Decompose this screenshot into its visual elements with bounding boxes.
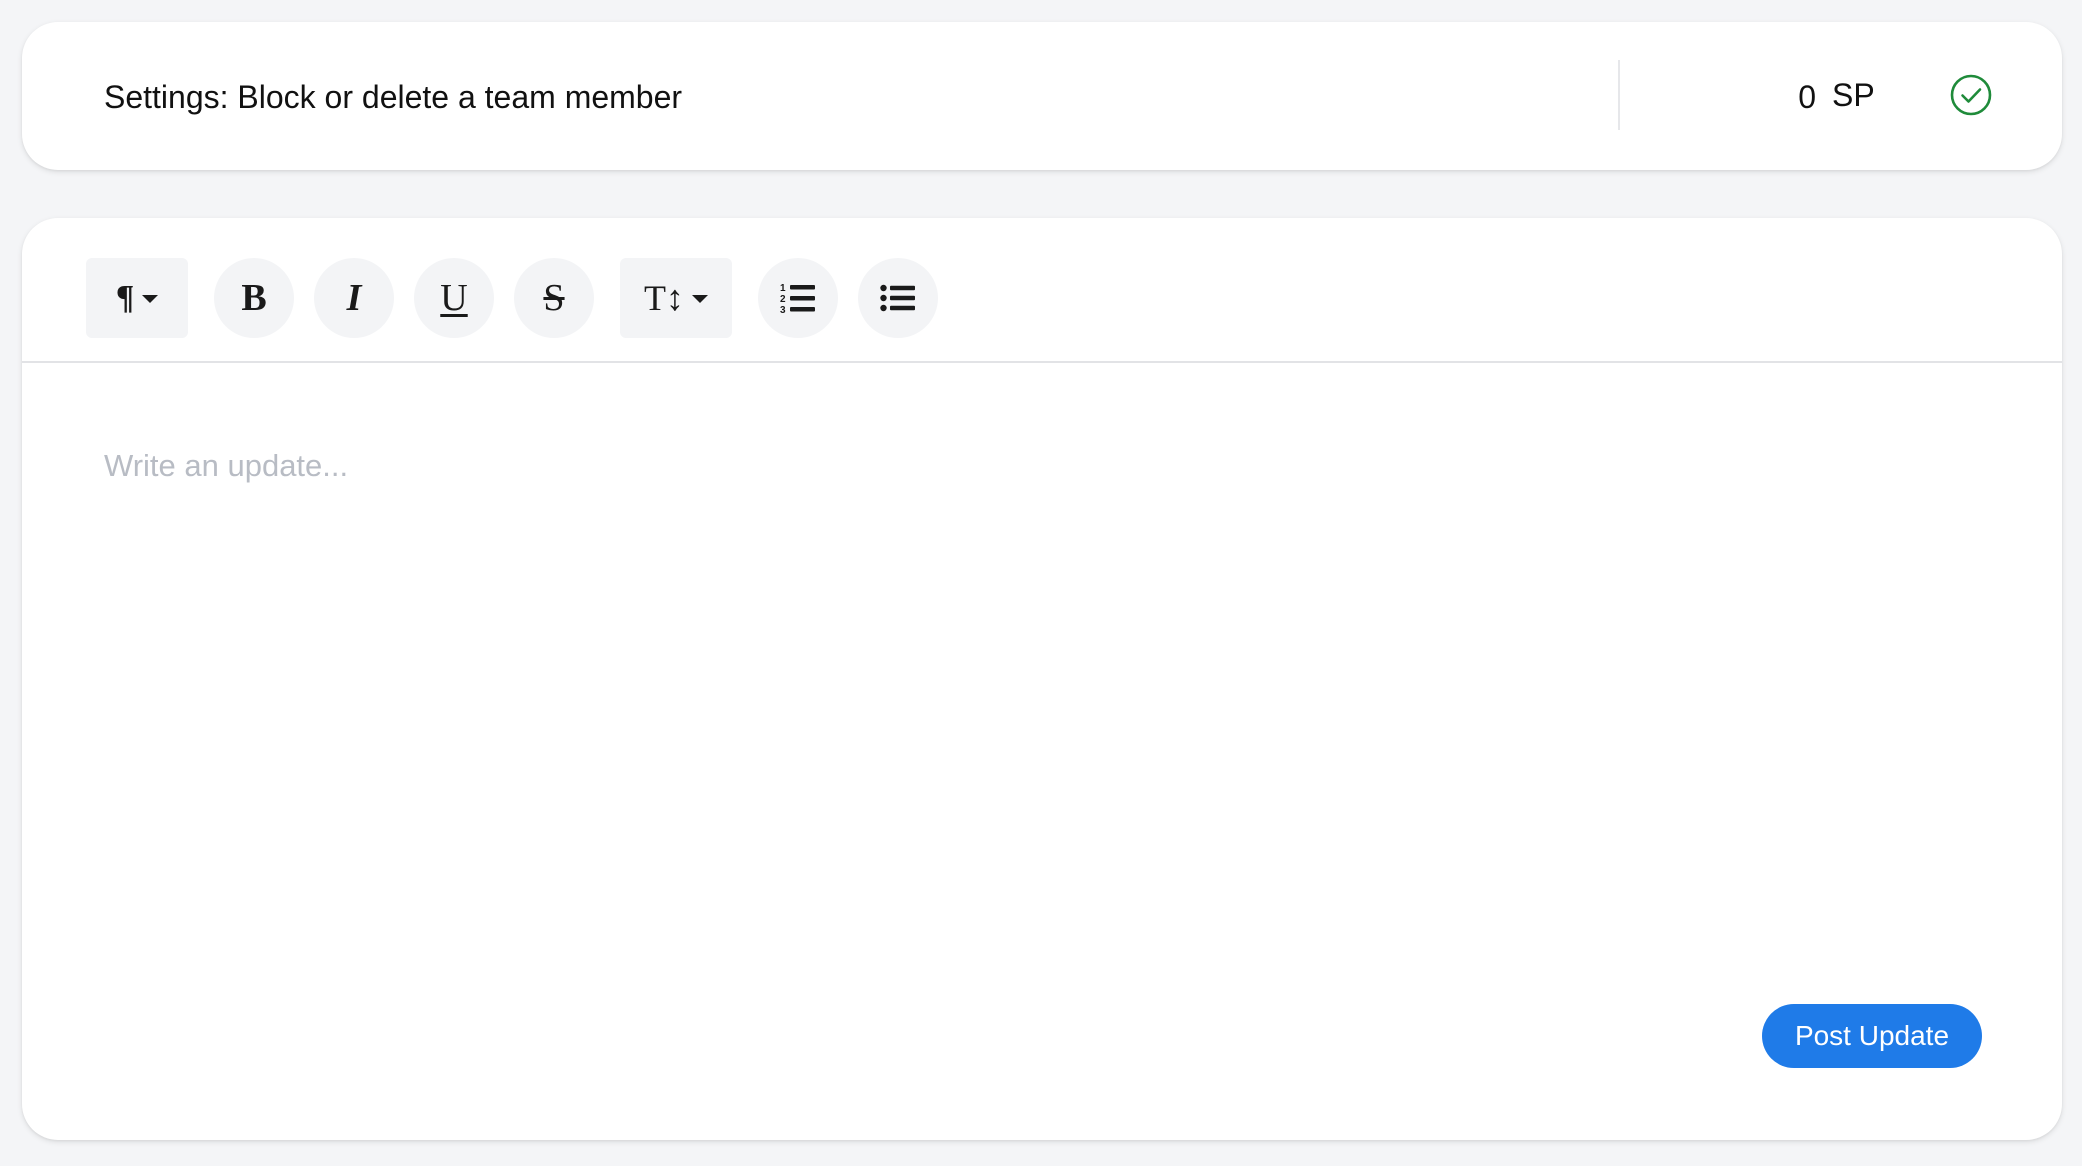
svg-text:2: 2 xyxy=(780,294,786,305)
ordered-list-button[interactable]: 1 2 3 xyxy=(758,258,838,338)
svg-text:3: 3 xyxy=(780,305,786,315)
font-size-icon: T↕ xyxy=(644,278,684,318)
italic-button[interactable]: I xyxy=(314,258,394,338)
formatting-toolbar: ¶ B I U S T↕ 1 2 3 xyxy=(22,218,2062,362)
strikethrough-button[interactable]: S xyxy=(514,258,594,338)
update-text-editor[interactable] xyxy=(104,448,1984,968)
story-points-value: 0 xyxy=(1798,79,1816,115)
post-update-button[interactable]: Post Update xyxy=(1762,1004,1982,1068)
unordered-list-icon xyxy=(880,284,915,312)
task-title: Settings: Block or delete a team member xyxy=(104,79,683,115)
paragraph-style-dropdown[interactable]: ¶ xyxy=(86,258,188,338)
underline-icon: U xyxy=(440,277,468,319)
underline-button[interactable]: U xyxy=(414,258,494,338)
bold-button[interactable]: B xyxy=(214,258,294,338)
chevron-down-icon xyxy=(142,295,159,303)
ordered-list-icon: 1 2 3 xyxy=(780,283,815,315)
story-points-unit: SP xyxy=(1832,77,1875,113)
toolbar-divider xyxy=(22,361,2062,363)
unordered-list-button[interactable] xyxy=(858,258,938,338)
paragraph-icon: ¶ xyxy=(115,279,135,316)
bold-icon: B xyxy=(241,277,267,319)
check-circle-icon[interactable] xyxy=(1950,74,1992,116)
svg-text:1: 1 xyxy=(780,283,786,294)
update-editor-card: ¶ B I U S T↕ 1 2 3 Write an update... Po… xyxy=(22,218,2062,1140)
font-size-dropdown[interactable]: T↕ xyxy=(620,258,732,338)
header-divider xyxy=(1618,60,1620,130)
task-header-card: Settings: Block or delete a team member … xyxy=(22,22,2062,170)
chevron-down-icon xyxy=(692,295,708,303)
italic-icon: I xyxy=(346,277,362,319)
strikethrough-icon: S xyxy=(543,277,565,319)
